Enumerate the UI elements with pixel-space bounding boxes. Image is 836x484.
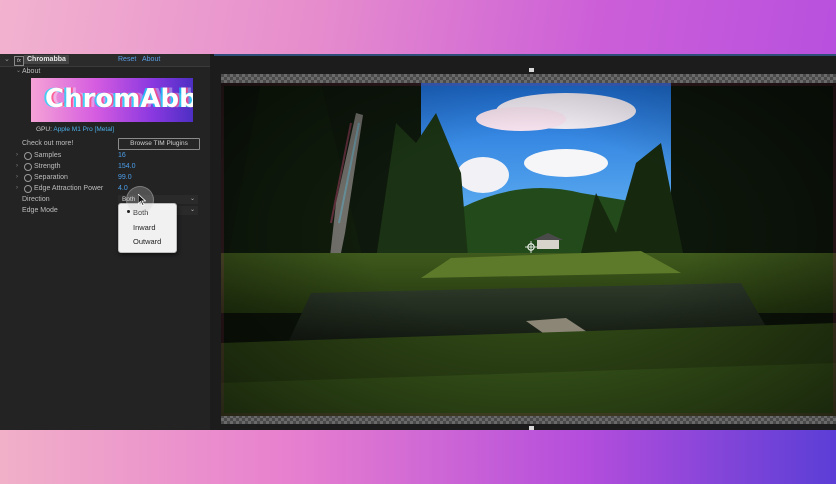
about-section-label: About xyxy=(22,68,41,75)
param-value[interactable]: 16 xyxy=(118,150,126,161)
viewer-active-indicator xyxy=(214,54,836,56)
param-value[interactable]: 4.0 xyxy=(118,183,128,194)
effect-controls-panel: ⌄ fx Chromabba Reset About ⌄ About Chrom… xyxy=(0,54,210,430)
preview-image xyxy=(221,83,836,416)
effect-twirl-icon[interactable]: ⌄ xyxy=(4,55,10,63)
param-label: Strength xyxy=(34,163,61,170)
param-value[interactable]: 154.0 xyxy=(118,161,136,172)
background-band-bottom xyxy=(0,430,836,484)
composition-viewer[interactable] xyxy=(214,54,836,430)
param-row-strength: › Strength 154.0 xyxy=(0,161,210,172)
effect-name: Chromabba xyxy=(24,55,69,64)
checkerboard-top xyxy=(221,74,836,83)
edge-mode-label: Edge Mode xyxy=(22,207,58,214)
twirl-down-icon[interactable]: ⌄ xyxy=(16,66,21,77)
about-link[interactable]: About xyxy=(142,56,160,63)
param-label: Separation xyxy=(34,174,68,181)
logo-text: ChromAbba xyxy=(45,84,193,114)
twirl-right-icon[interactable]: › xyxy=(16,161,18,172)
selected-dot-icon xyxy=(127,210,130,213)
param-row-separation: › Separation 99.0 xyxy=(0,172,210,183)
about-section-row[interactable]: ⌄ About xyxy=(0,66,210,77)
cursor-icon xyxy=(138,194,146,206)
param-label: Samples xyxy=(34,152,62,159)
chromabba-logo: ChromAbba xyxy=(31,78,193,122)
app-window: ⌄ fx Chromabba Reset About ⌄ About Chrom… xyxy=(0,54,836,430)
reset-link[interactable]: Reset xyxy=(118,56,136,63)
browse-plugins-button[interactable]: Browse TIM Plugins xyxy=(118,138,200,150)
chevron-down-icon: ⌄ xyxy=(189,207,195,213)
gpu-info: GPU: Apple M1 Pro [Metal] xyxy=(36,126,114,133)
checkerboard-bottom xyxy=(221,415,836,424)
stopwatch-icon[interactable] xyxy=(24,152,32,160)
chevron-down-icon: ⌄ xyxy=(189,196,195,202)
top-handle[interactable] xyxy=(529,68,534,72)
twirl-right-icon[interactable]: › xyxy=(16,183,18,194)
gpu-value: Apple M1 Pro [Metal] xyxy=(53,126,115,133)
menu-item-inward[interactable]: Inward xyxy=(133,222,156,234)
param-row-edge-attraction: › Edge Attraction Power 4.0 xyxy=(0,183,210,194)
param-row-samples: › Samples 16 xyxy=(0,150,210,161)
crosshair-icon[interactable] xyxy=(525,241,537,253)
gpu-label: GPU: xyxy=(36,126,52,133)
param-value[interactable]: 99.0 xyxy=(118,172,132,183)
stopwatch-icon[interactable] xyxy=(24,174,32,182)
check-out-label: Check out more! xyxy=(22,140,74,147)
stopwatch-icon[interactable] xyxy=(24,163,32,171)
menu-item-outward[interactable]: Outward xyxy=(133,236,161,248)
direction-label: Direction xyxy=(22,196,50,203)
twirl-right-icon[interactable]: › xyxy=(16,150,18,161)
bottom-handle[interactable] xyxy=(529,426,534,430)
twirl-right-icon[interactable]: › xyxy=(16,172,18,183)
fx-icon[interactable]: fx xyxy=(14,56,24,66)
param-label: Edge Attraction Power xyxy=(34,185,104,192)
stopwatch-icon[interactable] xyxy=(24,185,32,193)
